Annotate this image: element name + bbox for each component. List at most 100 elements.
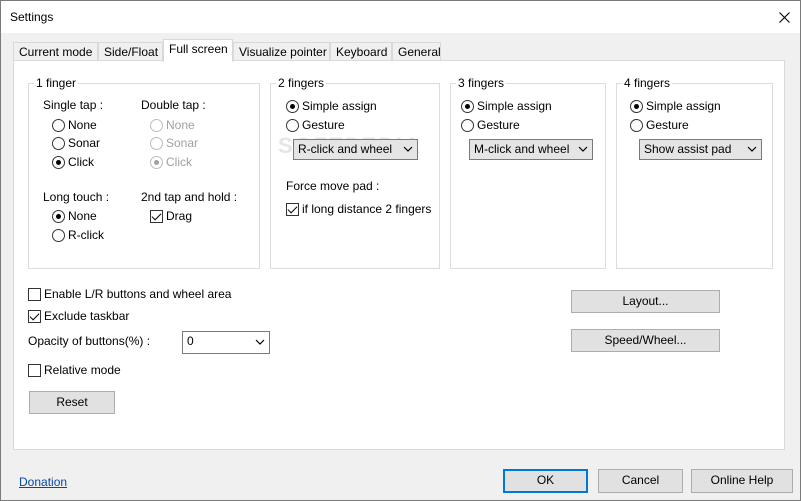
checkbox-icon	[28, 287, 41, 301]
radio-selected-icon	[150, 155, 163, 169]
double-tap-label: Double tap :	[141, 98, 206, 112]
window-title: Settings	[10, 10, 54, 24]
opacity-label: Opacity of buttons(%) :	[28, 334, 151, 348]
double-tap-click-radio: Click	[150, 155, 192, 169]
exclude-taskbar-checkbox[interactable]: Exclude taskbar	[28, 309, 129, 323]
radio-selected-icon	[461, 99, 474, 113]
radio-icon	[461, 118, 474, 132]
dropdown-value: R-click and wheel	[298, 142, 393, 156]
radio-label: Click	[68, 155, 94, 169]
radio-icon	[150, 136, 163, 150]
radio-label: Gesture	[302, 118, 345, 132]
single-tap-none-radio[interactable]: None	[52, 118, 97, 132]
three-fingers-assign-dropdown[interactable]: M-click and wheel	[469, 139, 593, 160]
four-fingers-gesture-radio[interactable]: Gesture	[630, 118, 689, 132]
three-fingers-simple-assign-radio[interactable]: Simple assign	[461, 99, 552, 113]
force-move-pad-label: Force move pad :	[286, 179, 380, 193]
radio-label: Simple assign	[477, 99, 552, 113]
radio-label: Simple assign	[302, 99, 377, 113]
group-title: 1 finger	[34, 76, 79, 90]
settings-window: Settings Current mode Side/Float Full sc…	[0, 0, 801, 501]
radio-icon	[52, 118, 65, 132]
checkbox-checked-icon	[150, 209, 163, 223]
checkbox-label: if long distance 2 fingers	[302, 202, 432, 216]
chevron-down-icon	[403, 146, 413, 152]
second-tap-hold-label: 2nd tap and hold :	[141, 190, 238, 204]
long-touch-none-radio[interactable]: None	[52, 209, 97, 223]
group-title: 3 fingers	[456, 76, 507, 90]
checkbox-label: Exclude taskbar	[44, 309, 130, 323]
tab-keyboard[interactable]: Keyboard	[330, 42, 392, 62]
two-fingers-gesture-radio[interactable]: Gesture	[286, 118, 345, 132]
single-tap-sonar-radio[interactable]: Sonar	[52, 136, 100, 150]
long-touch-label: Long touch :	[43, 190, 110, 204]
checkbox-label: Relative mode	[44, 363, 121, 377]
relative-mode-checkbox[interactable]: Relative mode	[28, 363, 121, 377]
radio-label: Gesture	[477, 118, 520, 132]
tab-label: Side/Float	[104, 45, 159, 59]
dropdown-value: 0	[187, 334, 194, 348]
radio-label: Sonar	[68, 136, 101, 150]
radio-icon	[150, 118, 163, 132]
radio-label: Simple assign	[646, 99, 721, 113]
radio-label: Sonar	[166, 136, 199, 150]
tab-label: Full screen	[169, 42, 228, 56]
tab-general[interactable]: General	[392, 42, 441, 62]
two-fingers-assign-dropdown[interactable]: R-click and wheel	[293, 139, 418, 160]
radio-selected-icon	[286, 99, 299, 113]
opacity-dropdown[interactable]: 0	[182, 331, 270, 354]
tab-label: Visualize pointer	[239, 45, 327, 59]
reset-button[interactable]: Reset	[29, 391, 115, 414]
four-fingers-assign-dropdown[interactable]: Show assist pad	[639, 139, 762, 160]
radio-selected-icon	[52, 155, 65, 169]
tab-label: Keyboard	[336, 45, 388, 59]
long-distance-checkbox[interactable]: if long distance 2 fingers	[286, 202, 431, 216]
enable-lr-buttons-checkbox[interactable]: Enable L/R buttons and wheel area	[28, 287, 231, 301]
title-bar: Settings	[1, 1, 800, 33]
tab-full-screen[interactable]: Full screen	[163, 39, 233, 62]
radio-label: R-click	[68, 228, 104, 242]
radio-icon	[52, 136, 65, 150]
ok-button[interactable]: OK	[503, 469, 588, 493]
checkbox-label: Drag	[166, 209, 193, 223]
tab-label: Current mode	[19, 45, 93, 59]
close-icon[interactable]	[768, 1, 800, 33]
speed-wheel-button[interactable]: Speed/Wheel...	[571, 329, 720, 352]
dropdown-value: Show assist pad	[644, 142, 732, 156]
checkbox-checked-icon	[286, 202, 299, 216]
chevron-down-icon	[255, 339, 265, 345]
online-help-button[interactable]: Online Help	[691, 469, 793, 493]
double-tap-none-radio: None	[150, 118, 195, 132]
long-touch-rclick-radio[interactable]: R-click	[52, 228, 104, 242]
tab-visualize-pointer[interactable]: Visualize pointer	[233, 42, 330, 62]
three-fingers-gesture-radio[interactable]: Gesture	[461, 118, 520, 132]
tab-current-mode[interactable]: Current mode	[13, 42, 98, 62]
radio-label: Gesture	[646, 118, 689, 132]
tab-side-float[interactable]: Side/Float	[98, 42, 163, 62]
tab-label: General	[398, 45, 441, 59]
one-finger-group: 1 finger Single tap : None Sonar Click D…	[28, 76, 260, 269]
chevron-down-icon	[747, 146, 757, 152]
three-fingers-group: 3 fingers Simple assign Gesture M-click …	[450, 76, 606, 269]
two-fingers-simple-assign-radio[interactable]: Simple assign	[286, 99, 377, 113]
four-fingers-simple-assign-radio[interactable]: Simple assign	[630, 99, 721, 113]
layout-button[interactable]: Layout...	[571, 290, 720, 313]
radio-label: None	[68, 209, 97, 223]
cancel-button[interactable]: Cancel	[598, 469, 683, 493]
checkbox-icon	[28, 363, 41, 377]
two-fingers-group: 2 fingers Simple assign Gesture R-click …	[270, 76, 440, 269]
four-fingers-group: 4 fingers Simple assign Gesture Show ass…	[616, 76, 773, 269]
checkbox-checked-icon	[28, 309, 41, 323]
drag-checkbox[interactable]: Drag	[150, 209, 192, 223]
group-title: 4 fingers	[622, 76, 673, 90]
radio-selected-icon	[630, 99, 643, 113]
chevron-down-icon	[578, 146, 588, 152]
donation-link[interactable]: Donation	[19, 475, 67, 489]
radio-selected-icon	[52, 209, 65, 223]
group-title: 2 fingers	[276, 76, 327, 90]
radio-label: Click	[166, 155, 192, 169]
double-tap-sonar-radio: Sonar	[150, 136, 198, 150]
single-tap-label: Single tap :	[43, 98, 104, 112]
radio-icon	[286, 118, 299, 132]
single-tap-click-radio[interactable]: Click	[52, 155, 94, 169]
